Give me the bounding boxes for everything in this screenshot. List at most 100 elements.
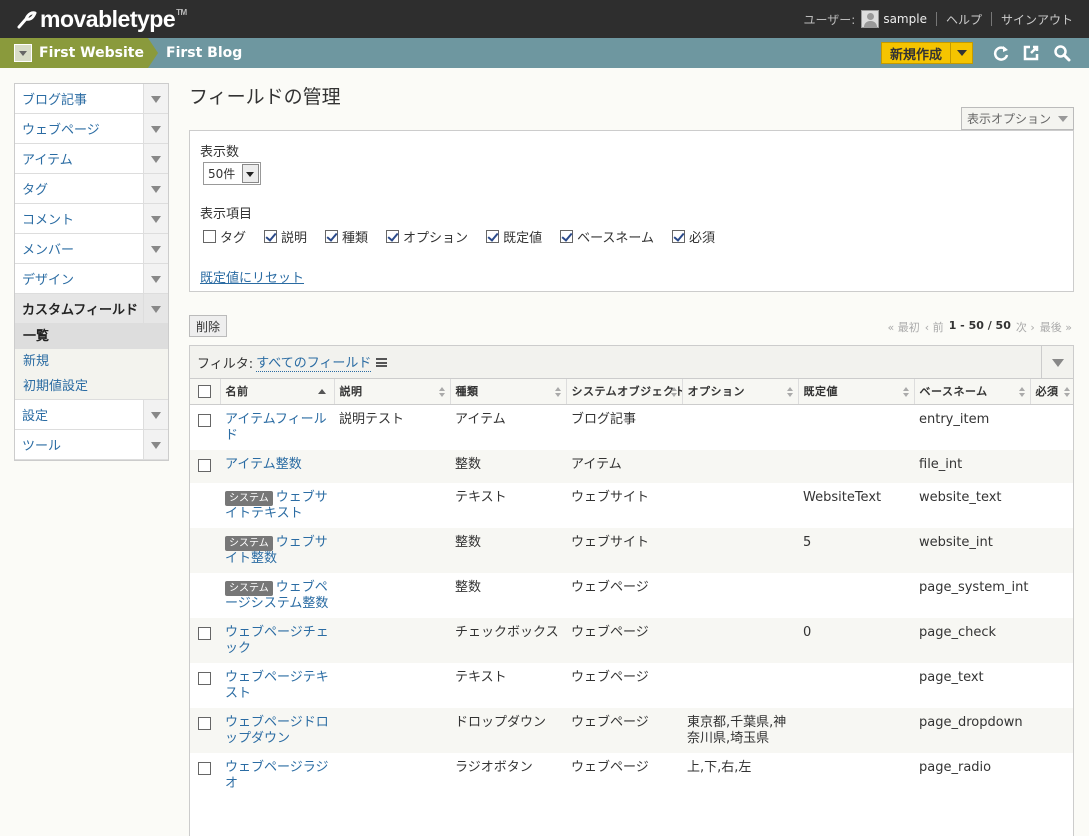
delete-button[interactable]: 削除: [189, 315, 228, 337]
description-cell: [334, 449, 450, 483]
column-checkbox[interactable]: [325, 230, 339, 243]
columns-label: 表示項目: [200, 207, 253, 222]
chevron-down-icon[interactable]: [143, 174, 168, 203]
avatar[interactable]: [861, 10, 880, 28]
field-name-link[interactable]: ウェブページラジオ: [225, 760, 328, 791]
required-cell: [1030, 617, 1073, 663]
required-cell: [1030, 449, 1073, 483]
refresh-icon[interactable]: [992, 44, 1010, 62]
description-cell: [334, 527, 450, 573]
chevron-down-icon[interactable]: [143, 204, 168, 233]
chevron-down-icon[interactable]: [143, 114, 168, 143]
sidebar-item-tags[interactable]: タグ: [15, 174, 168, 204]
filter-value-link[interactable]: すべてのフィールド: [256, 352, 372, 372]
options-cell: 上,下,右,左: [687, 759, 752, 775]
chevron-down-icon[interactable]: [242, 164, 259, 183]
column-header-type[interactable]: 種類: [450, 379, 567, 405]
select-all-checkbox[interactable]: [198, 385, 211, 398]
sidebar-item-items[interactable]: アイテム: [15, 144, 168, 174]
row-checkbox[interactable]: [198, 413, 211, 427]
sidebar-item-settings[interactable]: 設定: [15, 400, 168, 430]
reset-defaults-link[interactable]: 既定値にリセット: [200, 267, 304, 286]
chevron-down-icon[interactable]: [143, 430, 168, 459]
sidebar-item-comments[interactable]: コメント: [15, 204, 168, 234]
signout-link[interactable]: サインアウト: [1001, 11, 1073, 28]
column-header-name[interactable]: 名前: [220, 379, 335, 405]
external-link-icon[interactable]: [1022, 44, 1040, 62]
website-selector[interactable]: First Website: [0, 38, 158, 68]
column-header-basename[interactable]: ベースネーム: [914, 379, 1031, 405]
chevron-down-icon[interactable]: [143, 144, 168, 173]
new-button[interactable]: 新規作成: [881, 42, 974, 64]
default-cell: WebsiteText: [803, 489, 882, 505]
table-row: ウェブページチェック チェックボックス ウェブページ 0 page_check: [190, 617, 1073, 663]
list-icon[interactable]: [376, 357, 388, 367]
column-option[interactable]: 種類: [325, 227, 368, 246]
sidebar-item-design[interactable]: デザイン: [15, 264, 168, 294]
chevron-down-icon[interactable]: [143, 264, 168, 293]
column-option[interactable]: 説明: [264, 227, 307, 246]
count-select[interactable]: 50件: [203, 162, 261, 185]
sidebar-item-custom-fields[interactable]: カスタムフィールド: [15, 294, 168, 324]
logo[interactable]: movabletype TM: [16, 6, 187, 32]
sidebar-item-label: 設定: [22, 409, 49, 424]
system-badge: システム: [225, 580, 273, 596]
blog-name-link[interactable]: First Blog: [166, 38, 242, 68]
sidebar-subitem-list[interactable]: 一覧: [15, 324, 168, 349]
default-cell: 0: [798, 617, 914, 663]
search-icon[interactable]: [1053, 44, 1071, 62]
column-checkbox[interactable]: [560, 230, 574, 243]
column-header-default[interactable]: 既定値: [798, 379, 915, 405]
sidebar-item-entries[interactable]: ブログ記事: [15, 84, 168, 114]
column-header-system-object[interactable]: システムオブジェクト: [566, 379, 683, 405]
column-checkbox[interactable]: [264, 230, 278, 243]
field-name-link[interactable]: アイテムフィールド: [225, 412, 327, 443]
user-name-link[interactable]: sample: [883, 12, 927, 26]
help-link[interactable]: ヘルプ: [946, 11, 982, 28]
row-checkbox[interactable]: [198, 671, 211, 685]
dropdown-icon[interactable]: [14, 44, 32, 62]
sidebar-subitem-new[interactable]: 新規: [15, 349, 168, 374]
column-option[interactable]: 既定値: [486, 227, 542, 246]
field-name-link[interactable]: アイテム整数: [225, 457, 302, 472]
field-name-link[interactable]: ウェブページチェック: [225, 625, 329, 656]
sort-icon: [554, 387, 561, 397]
sidebar-item-members[interactable]: メンバー: [15, 234, 168, 264]
name-cell: ウェブページチェック: [220, 617, 334, 663]
column-option[interactable]: 必須: [672, 227, 715, 246]
default-cell: [798, 753, 914, 798]
column-checkbox[interactable]: [486, 230, 500, 243]
sidebar-subitem-defaults[interactable]: 初期値設定: [15, 374, 168, 399]
display-options-toggle[interactable]: 表示オプション: [961, 107, 1074, 130]
system-object-cell: ウェブページ: [571, 579, 649, 595]
row-checkbox[interactable]: [198, 716, 211, 730]
chevron-down-icon[interactable]: [950, 43, 972, 63]
chevron-down-icon[interactable]: [143, 84, 168, 113]
sidebar-item-tools[interactable]: ツール: [15, 430, 168, 460]
sidebar-item-pages[interactable]: ウェブページ: [15, 114, 168, 144]
column-option[interactable]: ベースネーム: [560, 227, 654, 246]
chevron-down-icon[interactable]: [143, 294, 168, 323]
sidebar-item-label: アイテム: [22, 153, 73, 168]
pager-next: 次 ›: [1015, 321, 1035, 334]
row-checkbox[interactable]: [198, 626, 211, 640]
description-cell: 説明テスト: [339, 411, 405, 427]
filter-dropdown-toggle[interactable]: [1041, 346, 1073, 378]
column-header-required[interactable]: 必須: [1030, 379, 1073, 405]
column-option[interactable]: オプション: [386, 227, 468, 246]
chevron-down-icon[interactable]: [143, 234, 168, 263]
column-header-description[interactable]: 説明: [334, 379, 451, 405]
field-name-link[interactable]: ウェブページテキスト: [225, 670, 329, 701]
table-body: アイテムフィールド 説明テスト アイテム ブログ記事 entry_item アイテム整数整…: [190, 404, 1073, 798]
column-header-options[interactable]: オプション: [682, 379, 799, 405]
column-checkbox[interactable]: [672, 230, 686, 243]
column-option[interactable]: タグ: [203, 227, 246, 246]
sort-icon: [1063, 387, 1070, 397]
column-checkbox[interactable]: [386, 230, 400, 243]
field-name-link[interactable]: ウェブページドロップダウン: [225, 715, 329, 746]
chevron-down-icon: [1058, 116, 1068, 122]
chevron-down-icon[interactable]: [143, 400, 168, 429]
column-checkbox[interactable]: [203, 230, 216, 243]
row-checkbox[interactable]: [198, 458, 211, 472]
row-checkbox[interactable]: [198, 761, 211, 775]
